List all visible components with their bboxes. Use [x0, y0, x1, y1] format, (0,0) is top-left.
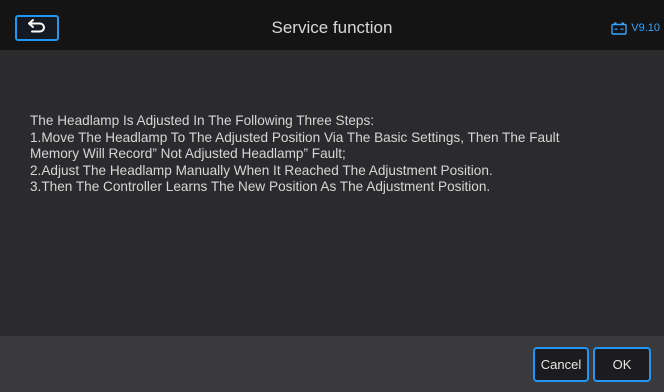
message-line: 2.Adjust The Headlamp Manually When It R…: [30, 162, 493, 178]
message-line: Memory Will Record” Not Adjusted Headlam…: [30, 146, 346, 161]
message-line: The Headlamp Is Adjusted In The Followin…: [30, 113, 375, 128]
message-text: The Headlamp Is Adjusted In The Followin…: [30, 113, 650, 196]
service-function-screen: Service function V9.10 The Headlamp Is A…: [0, 0, 664, 392]
page-title: Service function: [271, 18, 393, 37]
top-bar: Service function V9.10: [0, 0, 664, 50]
ok-button[interactable]: OK: [593, 347, 651, 382]
version-indicator: V9.10: [611, 18, 660, 38]
message-line: 3.Then The Controller Learns The New Pos…: [30, 179, 491, 194]
version-label: V9.10: [631, 22, 660, 34]
cancel-button[interactable]: Cancel: [533, 347, 589, 382]
message-line: 1.Move The Headlamp To The Adjusted Posi…: [30, 129, 560, 145]
battery-icon: [611, 22, 627, 35]
